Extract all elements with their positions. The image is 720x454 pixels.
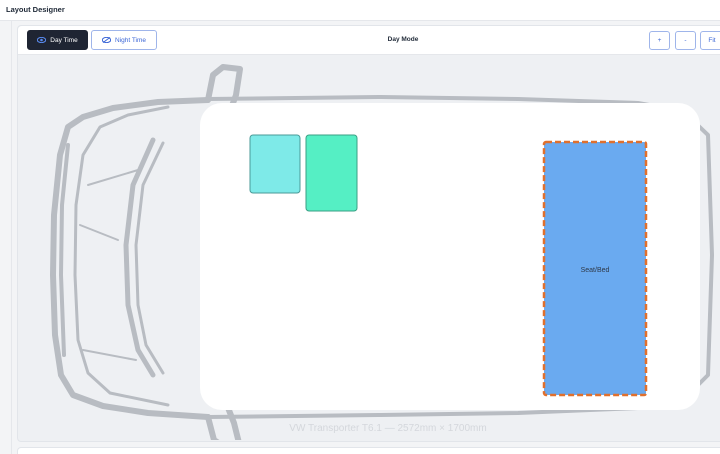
designer-toolbar: Day Time Night Time Day Mode + - Fit (18, 26, 720, 55)
seat-bed-label: Seat/Bed (581, 267, 610, 274)
bottom-panel (17, 447, 720, 454)
app-title: Layout Designer (6, 5, 65, 14)
layout-item-fridge[interactable] (305, 134, 358, 212)
eye-off-icon (101, 36, 112, 44)
eye-icon (37, 36, 47, 44)
fit-button[interactable]: Fit (700, 31, 720, 50)
day-time-label: Day Time (50, 36, 78, 44)
mode-label: Day Mode (387, 36, 419, 43)
layout-canvas[interactable]: Seat/Bed (18, 55, 720, 440)
designer-panel: Day Time Night Time Day Mode + - Fit Sea… (17, 25, 720, 442)
title-bar: Layout Designer (0, 0, 720, 21)
zoom-in-button[interactable]: + (649, 31, 670, 50)
night-time-label: Night Time (114, 36, 147, 44)
zoom-out-button[interactable]: - (675, 31, 696, 50)
app-window: Layout Designer Day Time Night Time Day … (0, 0, 720, 454)
layout-item-cabinet[interactable] (249, 134, 301, 194)
left-divider (11, 21, 12, 454)
day-time-button[interactable]: Day Time (27, 30, 88, 50)
night-time-button[interactable]: Night Time (91, 30, 157, 50)
vehicle-caption: VW Transporter T6.1 — 2572mm × 1700mm (289, 423, 487, 434)
